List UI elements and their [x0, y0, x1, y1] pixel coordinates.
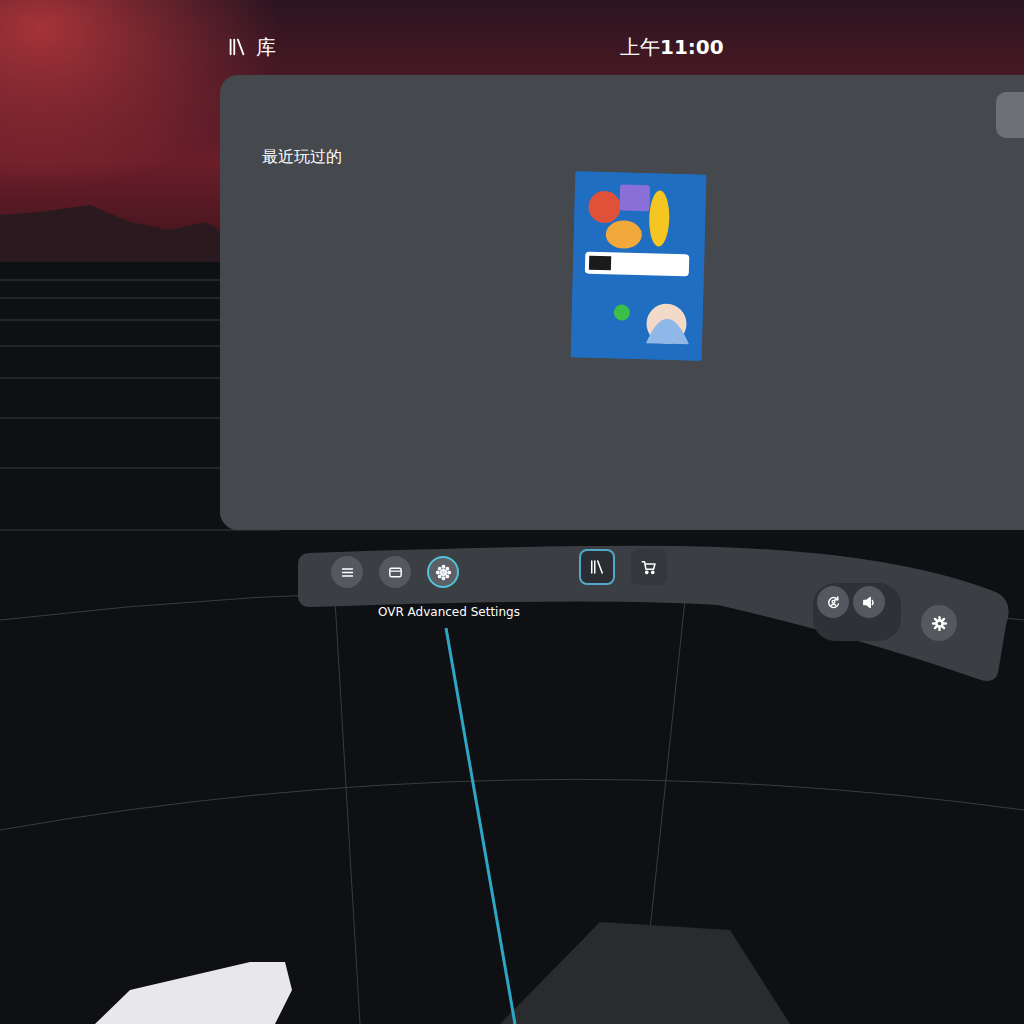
time-prefix: 上午	[620, 35, 660, 59]
clock: 上午11:00	[620, 32, 1024, 62]
window-icon	[387, 564, 404, 581]
window-button[interactable]	[379, 556, 411, 588]
app-button[interactable]	[427, 556, 459, 588]
cover-art-icon	[571, 171, 707, 360]
volume-icon	[861, 594, 878, 611]
game-shelf	[262, 173, 1024, 359]
library-panel: 最近玩过的	[220, 75, 1024, 530]
library-button[interactable]	[579, 549, 615, 585]
library-title: 库	[226, 32, 620, 62]
library-icon	[226, 36, 248, 58]
settings-icon	[931, 615, 948, 632]
top-header: 库 上午11:00	[0, 32, 1024, 62]
taskbar-right-group	[813, 583, 957, 641]
game-cover[interactable]	[571, 171, 707, 360]
library-icon	[588, 558, 606, 576]
recenter-button[interactable]	[817, 586, 849, 618]
settings-button[interactable]	[921, 605, 957, 641]
store-button[interactable]	[631, 549, 667, 585]
volume-button[interactable]	[853, 586, 885, 618]
store-icon	[640, 558, 658, 576]
menu-button[interactable]	[331, 556, 363, 588]
taskbar-center-group	[579, 549, 667, 585]
recenter-icon	[825, 594, 842, 611]
section-title: 最近玩过的	[262, 145, 1024, 169]
tooltip: OVR Advanced Settings	[378, 603, 520, 621]
side-button[interactable]	[996, 92, 1024, 138]
menu-icon	[339, 564, 356, 581]
quick-controls	[813, 583, 901, 641]
taskbar-left-group	[331, 556, 459, 588]
title-text: 库	[256, 32, 276, 62]
time-value: 11:00	[660, 35, 724, 59]
app-icon	[435, 564, 452, 581]
